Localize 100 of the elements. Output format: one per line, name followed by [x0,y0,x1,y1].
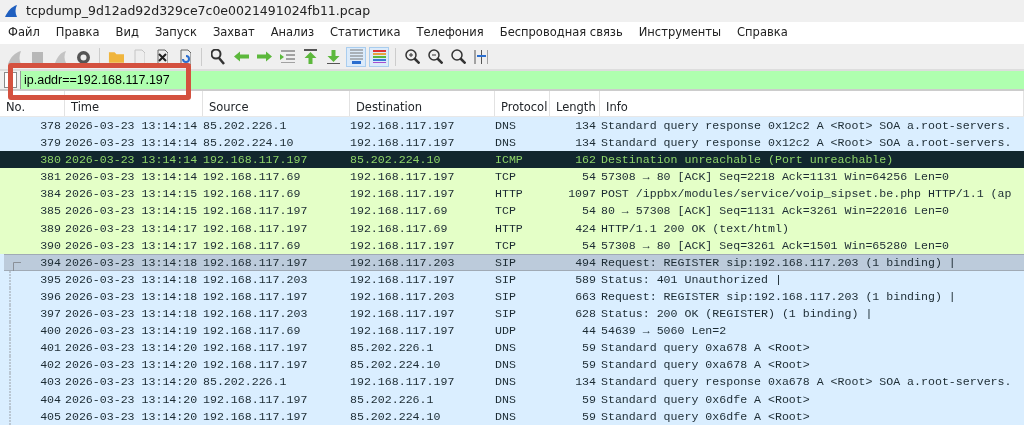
table-cell-text: 2026-03-23 13:14:14 [65,118,199,134]
table-cell-text: SIP [495,254,517,271]
packet-row[interactable]: 402 2026-03-23 13:14:20 192.168.117.197 85.202.224.10 DNS 59 Standard query 0xa678 A <Root> [0,356,1024,374]
table-cell-text: 85.202.224.10 [203,135,295,152]
table-cell-text: SIP [495,288,517,305]
table-cell-text: 192.168.117.203 [350,288,456,305]
menu-item[interactable]: Анализ [262,24,322,42]
menu-item[interactable]: Справка [729,24,796,42]
packet-row[interactable]: 384 2026-03-23 13:14:15 192.168.117.69 192.168.117.197 HTTP 1097 POST /ippbx/modules/service/voip_sipset.be.php HTTP/1.1 (ap [0,185,1024,203]
menu-item[interactable]: Беспроводная связь [491,24,631,42]
table-cell-text: 397 [39,306,62,323]
table-cell-text: Standard query response 0x12c2 A <Root> SOA a.root-servers. [600,118,1013,134]
table-cell-text: 192.168.117.69 [203,323,302,340]
fin-icon [7,49,21,64]
table-cell-text: Request: REGISTER sip:192.168.117.203 (1 binding) | [600,254,957,271]
table-cell-text: 192.168.117.69 [203,237,302,254]
table-cell-text: 2026-03-23 13:14:15 [65,203,199,220]
column-header[interactable]: Info [600,91,1024,116]
window-title: tcpdump_9d12ad92d329ce7c0e0021491024fb11.pcap [26,1,371,20]
table-cell-text: Standard query 0x6dfe A <Root> [600,408,811,425]
shark-fin-icon [4,4,18,18]
gear-icon [76,49,90,64]
packet-row[interactable]: 378 2026-03-23 13:14:14 85.202.226.1 192.168.117.197 DNS 134 Standard query response 0x12c2 A <Root> SOA a.root-servers. [0,117,1024,135]
menu-item[interactable]: Инструменты [630,24,730,42]
table-cell-text: 192.168.117.197 [203,340,309,357]
table-cell-text: 54 [581,237,597,254]
table-cell-text: 2026-03-23 13:14:20 [65,408,199,425]
column-header[interactable]: Source [203,91,350,116]
list-arrow-icon [279,50,295,63]
table-cell-text: 663 [574,288,597,305]
reload-icon [179,48,191,65]
table-cell-text: 192.168.117.197 [350,374,456,391]
table-cell-text: 2026-03-23 13:14:15 [65,186,199,203]
packet-row[interactable]: 400 2026-03-23 13:14:19 192.168.117.69 192.168.117.197 UDP 44 54639 → 5060 Len=2 [0,322,1024,340]
colored-lines-icon [372,50,386,63]
table-cell-text: 85.202.226.1 [350,391,435,408]
table-cell-text: 80 → 57308 [ACK] Seq=1131 Ack=3261 Win=22016 Len=0 [600,203,950,220]
column-header[interactable]: Protocol [495,91,550,116]
table-cell-text: 192.168.117.197 [203,152,309,169]
table-cell-text: Standard query 0xa678 A <Root> [600,340,811,357]
table-cell-text: DNS [495,374,517,391]
table-cell-text: 162 [574,152,597,169]
table-cell-text: 2026-03-23 13:14:20 [65,391,199,408]
table-cell-text: 192.168.117.69 [350,220,449,237]
table-cell-text: 192.168.117.197 [203,391,309,408]
packet-row[interactable]: 379 2026-03-23 13:14:14 85.202.224.10 192.168.117.197 DNS 134 Standard query response 0x12c2 A <Root> SOA a.root-servers. [0,134,1024,152]
toolbar-button[interactable] [448,46,468,67]
table-cell-text: 59 [581,391,597,408]
close-icon [156,48,168,65]
display-filter-field[interactable]: ip.addr==192.168.117.197 [20,71,1024,89]
table-cell-text: 192.168.117.197 [350,323,456,340]
table-cell-text: 57308 → 80 [ACK] Seq=3261 Ack=1501 Win=65280 Len=0 [600,237,950,254]
fin-icon [54,50,66,63]
table-cell-text: 390 [39,237,62,254]
menu-item[interactable]: Статистика [322,24,409,42]
document-icon [133,48,145,65]
toolbar-button[interactable] [425,46,445,67]
toolbar-button[interactable] [208,46,228,67]
table-cell-text: 494 [574,254,597,271]
table-cell-text: 396 [39,288,62,305]
packet-row[interactable]: 401 2026-03-23 13:14:20 192.168.117.197 85.202.226.1 DNS 59 Standard query 0xa678 A <Root> [0,339,1024,357]
table-cell-text: 192.168.117.197 [350,306,456,323]
folder-icon [108,50,124,63]
menu-item[interactable]: Вид [107,24,147,42]
menu-item[interactable]: Запуск [146,24,205,42]
table-cell-text: 379 [39,135,62,152]
table-cell-text: DNS [495,340,517,357]
table-cell-text: 192.168.117.197 [350,135,456,152]
menu-item[interactable]: Файл [0,24,48,42]
zoom-in-icon [404,49,420,64]
packet-row[interactable]: 381 2026-03-23 13:14:14 192.168.117.69 192.168.117.197 TCP 54 57308 → 80 [ACK] Seq=2218 Ack=1131 Win=64256 Len=0 [0,168,1024,186]
table-cell-text: DNS [495,408,517,425]
table-cell-text: 85.202.224.10 [350,408,442,425]
toolbar-button[interactable] [402,46,422,67]
table-cell-text: 2026-03-23 13:14:19 [65,323,199,340]
table-cell-text: HTTP [495,186,524,203]
table-cell-text: 381 [39,169,62,186]
column-header[interactable]: Length [550,91,600,116]
table-cell-text: 192.168.117.197 [203,203,309,220]
packet-row[interactable]: 403 2026-03-23 13:14:20 85.202.226.1 192.168.117.197 DNS 134 Standard query response 0xa678 A <Root> SOA a.root-servers. [0,373,1024,391]
table-cell-text: 192.168.117.203 [203,271,309,288]
menu-item[interactable]: Захват [204,24,263,42]
table-cell-text: 2026-03-23 13:14:14 [65,152,199,169]
column-header[interactable]: Time [65,91,203,116]
table-cell-text: 2026-03-23 13:14:18 [65,288,199,305]
table-cell-text: 2026-03-23 13:14:18 [65,306,199,323]
table-cell-text: TCP [495,203,517,220]
table-cell-text: 192.168.117.197 [203,220,309,237]
table-cell-text: 389 [39,220,62,237]
menu-item[interactable]: Телефония [408,24,492,42]
packet-row[interactable]: 380 2026-03-23 13:14:14 192.168.117.197 85.202.224.10 ICMP 162 Destination unreachable (Port unreachable) [0,151,1024,169]
menu-item[interactable]: Правка [47,24,108,42]
column-header[interactable]: Destination [350,91,495,116]
packet-row[interactable]: 385 2026-03-23 13:14:15 192.168.117.197 192.168.117.69 TCP 54 80 → 57308 [ACK] Seq=1131 Ack=3261 Win=22016 Len=0 [0,202,1024,220]
table-cell-text: 54 [581,203,597,220]
packet-row[interactable]: 397 2026-03-23 13:14:18 192.168.117.203 192.168.117.197 SIP 628 Status: 200 OK (REGISTER) (1 binding) | [0,305,1024,323]
column-header[interactable]: No. [0,91,65,116]
table-cell-text: 192.168.117.69 [203,169,302,186]
magnifier-icon [450,49,466,64]
table-cell-text: 401 [39,340,62,357]
